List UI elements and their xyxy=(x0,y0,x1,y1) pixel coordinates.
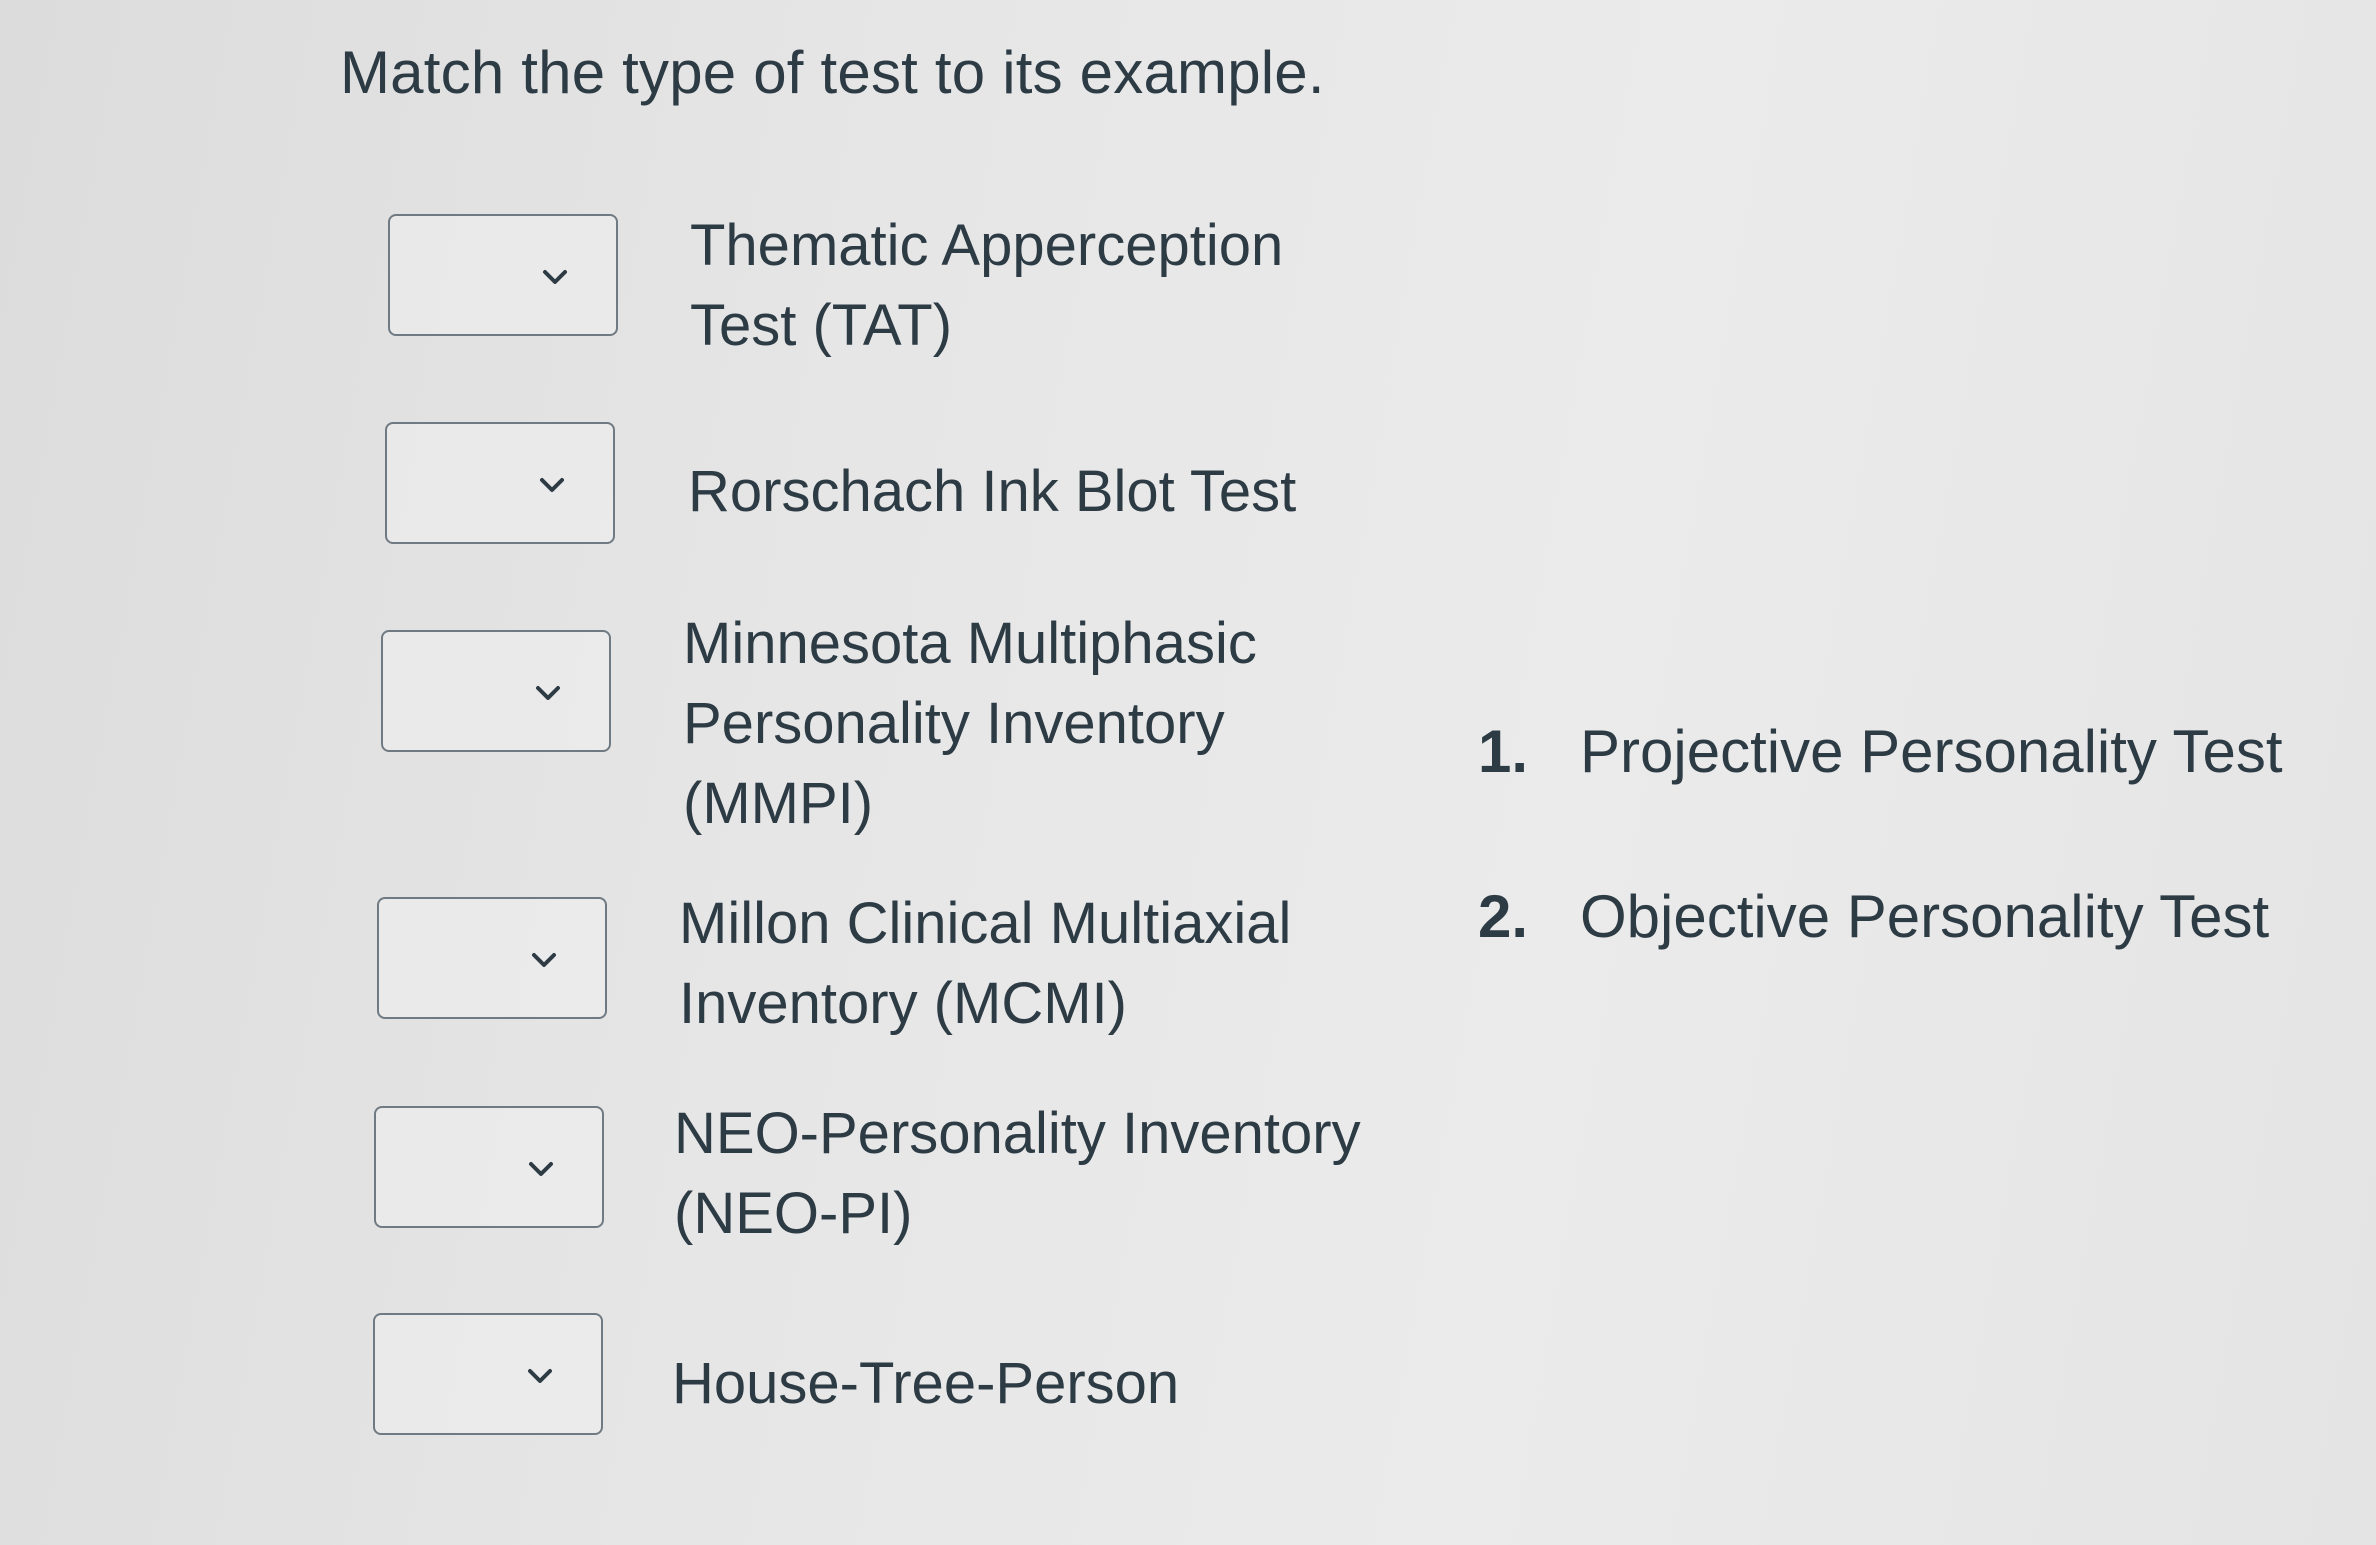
match-select-6[interactable] xyxy=(373,1313,603,1435)
prompt-label-6: House-Tree-Person xyxy=(672,1351,1180,1416)
chevron-down-icon xyxy=(540,478,564,492)
prompt-label-4: Millon Clinical Multiaxial Inventory (MC… xyxy=(679,891,1292,1036)
prompt-label-2: Rorschach Ink Blot Test xyxy=(688,459,1297,524)
chevron-down-icon xyxy=(543,270,567,284)
chevron-down-icon xyxy=(528,1369,552,1383)
prompt-label-5: NEO-Personality Inventory (NEO-PI) xyxy=(674,1101,1361,1246)
answer-item-2: 2. Objective Personality Test xyxy=(1478,877,2283,957)
match-select-5[interactable] xyxy=(374,1106,604,1228)
match-select-3[interactable] xyxy=(381,630,611,752)
answer-list: 1. Projective Personality Test 2. Objectiv… xyxy=(1478,712,2283,1042)
chevron-down-icon xyxy=(532,953,556,967)
prompt-label-3: Minnesota Multiphasic Personality Invent… xyxy=(683,611,1257,836)
match-select-1[interactable] xyxy=(388,214,618,336)
chevron-down-icon xyxy=(529,1162,553,1176)
answer-label: Objective Personality Test xyxy=(1580,883,2270,950)
answer-label: Projective Personality Test xyxy=(1580,718,2283,785)
answer-number: 2. xyxy=(1478,883,1529,950)
match-select-2[interactable] xyxy=(385,422,615,544)
question-text: Match the type of test to its example. xyxy=(340,39,1325,106)
match-select-4[interactable] xyxy=(377,897,607,1019)
answer-number: 1. xyxy=(1478,718,1529,785)
chevron-down-icon xyxy=(536,686,560,700)
answer-item-1: 1. Projective Personality Test xyxy=(1478,712,2283,792)
prompt-label-1: Thematic Apperception Test (TAT) xyxy=(690,213,1284,358)
